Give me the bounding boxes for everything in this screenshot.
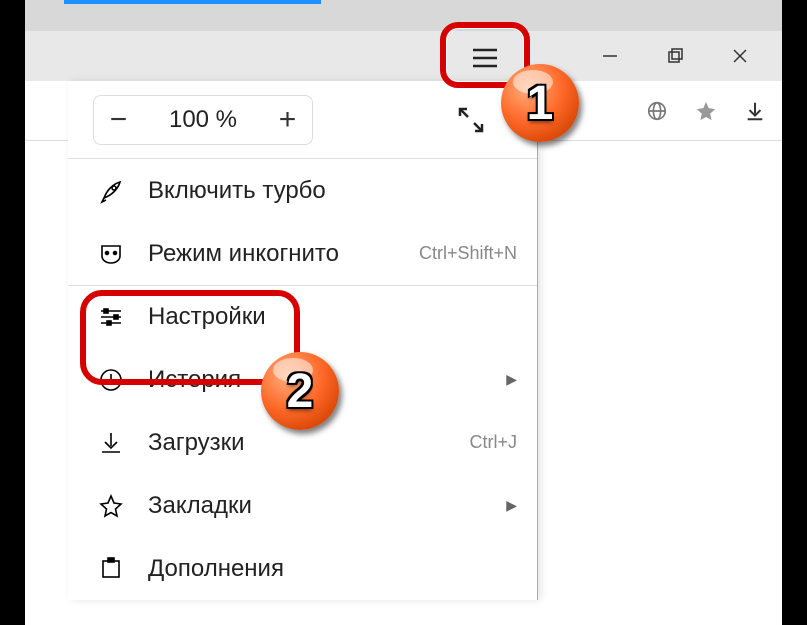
- fullscreen-button[interactable]: [453, 102, 489, 138]
- rocket-icon: [98, 178, 134, 204]
- zoom-controls: − 100 % +: [68, 81, 537, 159]
- menu-label: Дополнения: [148, 555, 517, 583]
- badge-number: 2: [287, 364, 314, 419]
- minimize-button[interactable]: [577, 31, 642, 81]
- menu-label: Режим инкогнито: [148, 240, 419, 268]
- active-tab-indicator: [64, 0, 321, 4]
- browser-window: − 100 % + Включить турбо Режим инкогнито…: [25, 0, 782, 625]
- chevron-right-icon: ▶: [506, 497, 517, 514]
- menu-label: Включить турбо: [148, 177, 517, 205]
- downloads-icon[interactable]: [743, 99, 767, 123]
- menu-item-addons[interactable]: Дополнения: [68, 537, 537, 600]
- shortcut-text: Ctrl+J: [469, 432, 517, 453]
- chevron-right-icon: ▶: [506, 371, 517, 388]
- shortcut-text: Ctrl+Shift+N: [419, 243, 517, 264]
- annotation-badge-1: 1: [501, 64, 579, 142]
- main-menu-button[interactable]: [465, 38, 505, 78]
- close-button[interactable]: [707, 31, 772, 81]
- menu-label: Настройки: [148, 303, 517, 331]
- menu-item-settings[interactable]: Настройки: [68, 285, 537, 348]
- window-titlebar: [25, 31, 782, 81]
- mask-icon: [98, 241, 134, 267]
- menu-label: Загрузки: [148, 429, 469, 457]
- sliders-icon: [98, 304, 134, 330]
- star-icon[interactable]: [694, 99, 718, 123]
- download-icon: [98, 430, 134, 456]
- zoom-in-button[interactable]: +: [263, 95, 313, 145]
- maximize-button[interactable]: [642, 31, 707, 81]
- star-icon: [98, 493, 134, 519]
- globe-icon[interactable]: [645, 99, 669, 123]
- tab-bar: [25, 0, 782, 31]
- badge-number: 1: [527, 76, 554, 131]
- clock-icon: [98, 367, 134, 393]
- zoom-level: 100 %: [143, 95, 263, 145]
- menu-item-incognito[interactable]: Режим инкогнито Ctrl+Shift+N: [68, 222, 537, 285]
- puzzle-icon: [98, 556, 134, 582]
- menu-item-bookmarks[interactable]: Закладки ▶: [68, 474, 537, 537]
- zoom-out-button[interactable]: −: [93, 95, 143, 145]
- main-menu-dropdown: − 100 % + Включить турбо Режим инкогнито…: [68, 81, 538, 600]
- annotation-badge-2: 2: [261, 352, 339, 430]
- menu-label: Закладки: [148, 492, 506, 520]
- menu-item-turbo[interactable]: Включить турбо: [68, 159, 537, 222]
